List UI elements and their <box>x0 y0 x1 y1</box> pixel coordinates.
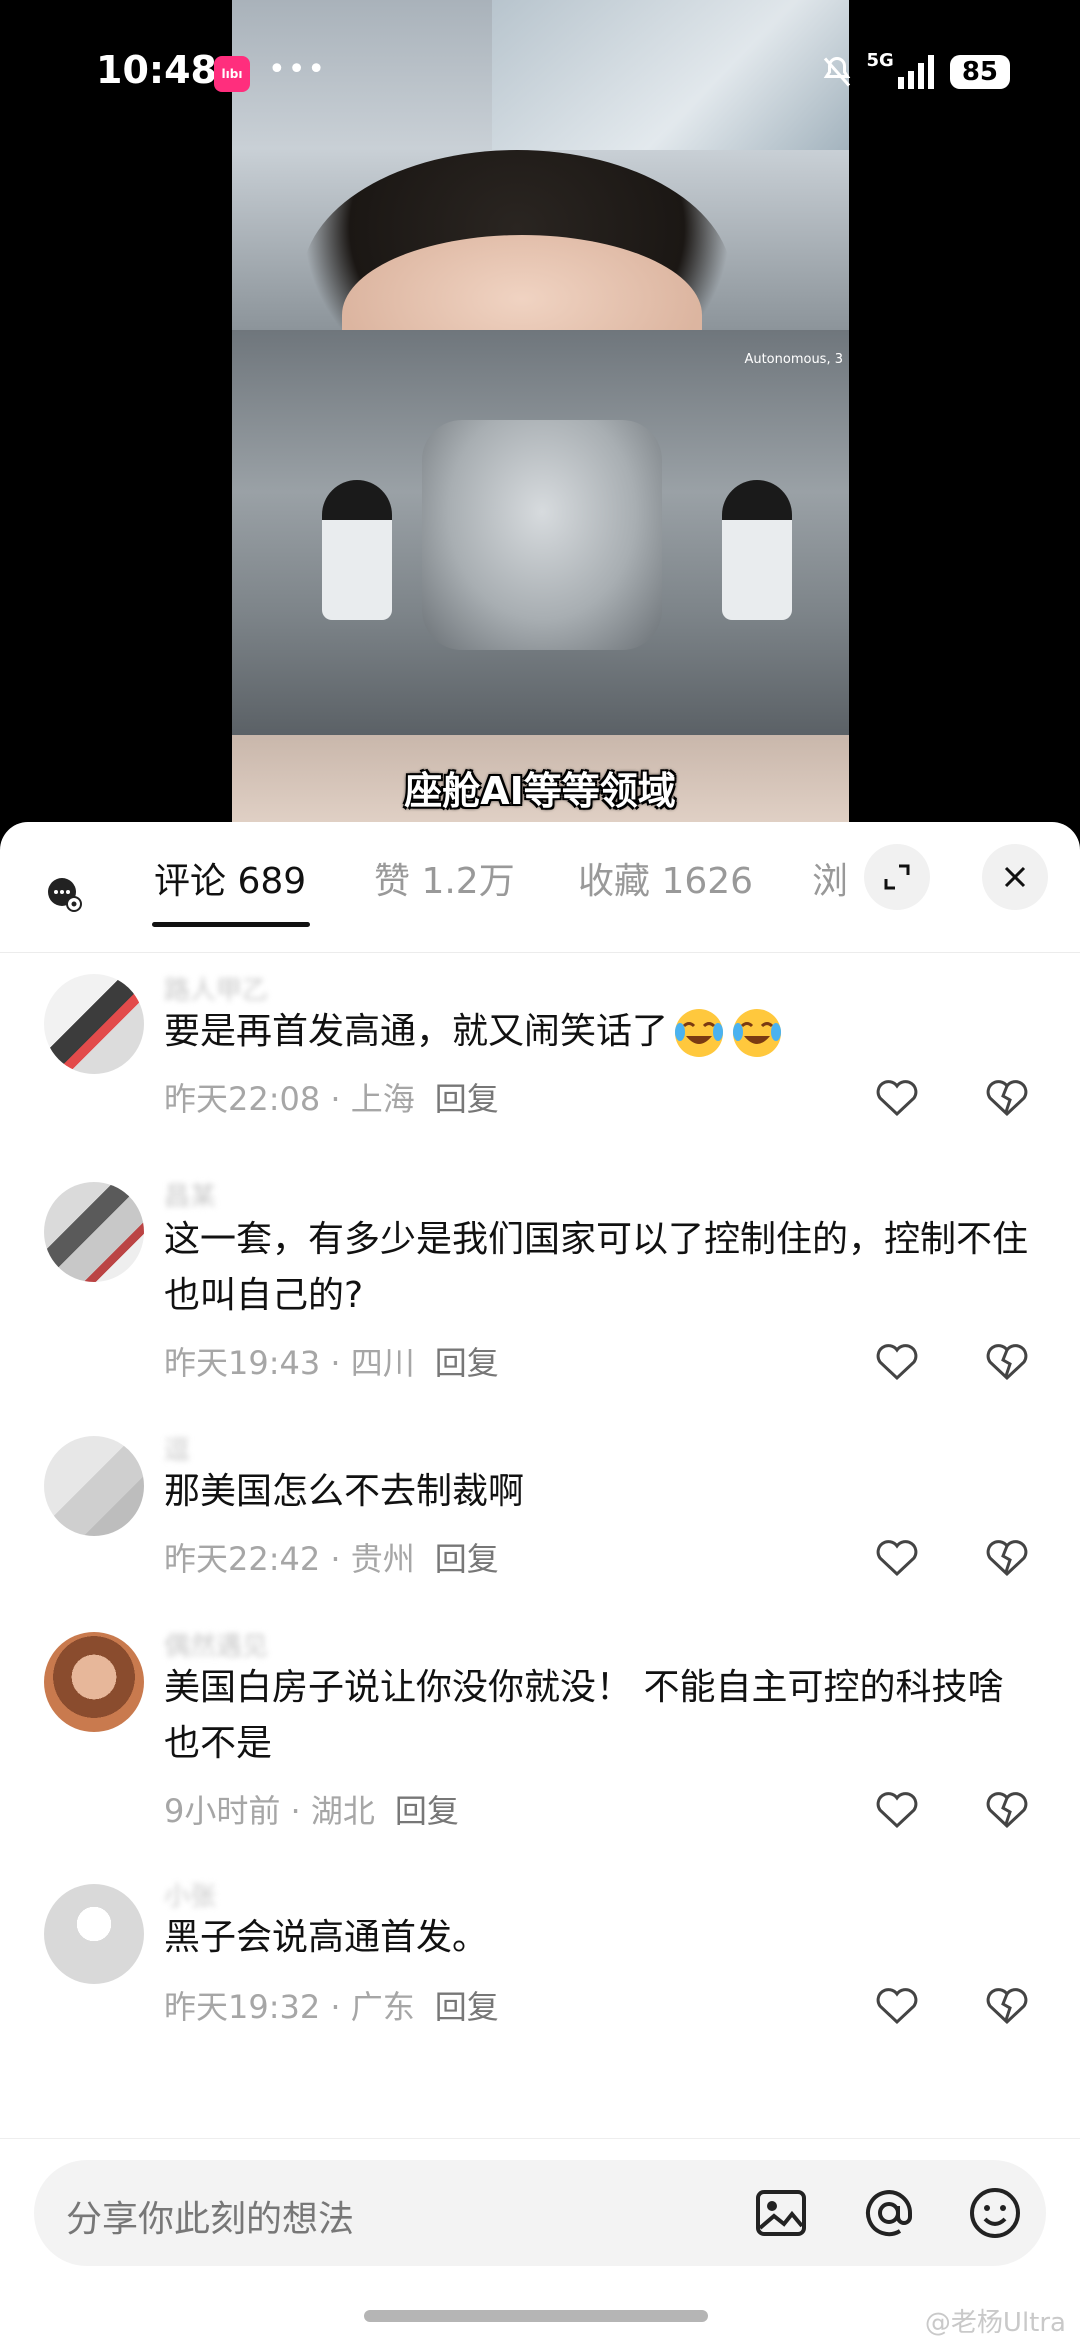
status-bar: 10:48 lıbı ••• 5G 85 <box>0 0 1080 140</box>
comment-username[interactable]: 偶然遇见 <box>164 1626 268 1663</box>
comment-meta: 昨天22:08 · 上海 回复 <box>164 1080 499 1118</box>
panel-tabs: 评论 689 赞 1.2万 收藏 1626 浏 <box>0 822 1080 953</box>
expand-icon <box>884 864 910 890</box>
comment-list[interactable]: 路人甲乙 要是再首发高通，就又闹笑话了 昨天22:08 · 上海 回复 昌某 这… <box>0 962 1080 2132</box>
more-notifications-icon: ••• <box>268 52 328 87</box>
like-heart-icon[interactable] <box>872 1784 922 1834</box>
video-robot-right <box>722 480 792 620</box>
comment-text: 要是再首发高通，就又闹笑话了 <box>164 1004 1034 1060</box>
tab-comments[interactable]: 评论 689 <box>154 852 306 912</box>
close-icon <box>1004 866 1026 888</box>
like-heart-icon[interactable] <box>872 1336 922 1386</box>
battery-indicator: 85 <box>949 55 1010 89</box>
comment-text: 这一套，有多少是我们国家可以了控制住的，控制不住也叫自己的? <box>164 1219 1029 1316</box>
expand-button[interactable] <box>864 844 930 910</box>
comment-username[interactable]: 逗 <box>164 1430 190 1467</box>
video-robot-left <box>322 480 392 620</box>
dislike-broken-heart-icon[interactable] <box>982 1980 1032 2030</box>
comment-text: 那美国怎么不去制裁啊 <box>164 1471 525 1512</box>
comment-meta: 9小时前 · 湖北 回复 <box>164 1792 459 1830</box>
mute-icon <box>823 56 850 87</box>
mention-icon[interactable] <box>860 2184 918 2242</box>
comment-settings-icon[interactable] <box>44 874 84 914</box>
laughing-crying-emoji-icon <box>675 1009 724 1057</box>
comment-input[interactable]: 分享你此刻的想法 <box>34 2160 1046 2266</box>
dislike-broken-heart-icon[interactable] <box>982 1336 1032 1386</box>
like-heart-icon[interactable] <box>872 1532 922 1582</box>
signal-icon <box>897 55 934 89</box>
watermark: @老杨Ultra <box>924 2308 1066 2338</box>
avatar[interactable] <box>44 1436 144 1536</box>
like-heart-icon[interactable] <box>872 1072 922 1122</box>
comments-panel: 评论 689 赞 1.2万 收藏 1626 浏 路人甲乙 要是再首发高通，就又闹… <box>0 822 1080 2347</box>
comment-location: 上海 <box>350 1080 415 1118</box>
comment-location: 湖北 <box>310 1792 375 1830</box>
comment-location: 四川 <box>350 1344 415 1382</box>
video-caption: 座舱AI等等领域 <box>404 769 676 813</box>
comment-input-placeholder: 分享你此刻的想法 <box>66 2199 355 2240</box>
avatar[interactable] <box>44 1632 144 1732</box>
tab-favorites[interactable]: 收藏 1626 <box>578 852 753 912</box>
tab-likes[interactable]: 赞 1.2万 <box>374 852 515 912</box>
comment-meta: 昨天19:32 · 广东 回复 <box>164 1988 499 2026</box>
comment-time: 9小时前 <box>164 1792 281 1830</box>
comment-location: 广东 <box>350 1988 415 2026</box>
tab-views[interactable]: 浏 <box>812 852 848 912</box>
reply-button[interactable]: 回复 <box>435 1344 499 1382</box>
comment-time: 昨天22:08 <box>164 1080 321 1118</box>
status-indicators: 5G 85 <box>819 50 1010 94</box>
reply-button[interactable]: 回复 <box>435 1988 499 2026</box>
comment-location: 贵州 <box>350 1540 415 1578</box>
comment-username[interactable]: 小张 <box>164 1876 216 1913</box>
active-tab-indicator <box>152 922 310 927</box>
comment-time: 昨天22:42 <box>164 1540 321 1578</box>
home-indicator[interactable] <box>364 2310 708 2322</box>
comment-username[interactable]: 路人甲乙 <box>164 970 268 1007</box>
dislike-broken-heart-icon[interactable] <box>982 1784 1032 1834</box>
reply-button[interactable]: 回复 <box>435 1540 499 1578</box>
dislike-broken-heart-icon[interactable] <box>982 1532 1032 1582</box>
like-heart-icon[interactable] <box>872 1980 922 2030</box>
network-type: 5G <box>866 50 894 71</box>
reply-button[interactable]: 回复 <box>435 1080 499 1118</box>
comment-text-content: 要是再首发高通，就又闹笑话了 <box>164 1011 669 1052</box>
avatar[interactable] <box>44 974 144 1074</box>
comment-username[interactable]: 昌某 <box>164 1176 216 1213</box>
comment-text: 美国白房子说让你没你就没！ 不能自主可控的科技啥也不是 <box>164 1667 1004 1764</box>
video-overlay-label: Autonomous, 3 <box>744 352 843 367</box>
divider <box>0 2138 1080 2139</box>
comment-meta: 昨天19:43 · 四川 回复 <box>164 1344 499 1382</box>
reply-button[interactable]: 回复 <box>395 1792 459 1830</box>
video-industrial-machine <box>422 420 662 650</box>
comment-text: 黑子会说高通首发。 <box>164 1917 489 1958</box>
status-time: 10:48 <box>96 48 217 92</box>
comment-time: 昨天19:32 <box>164 1988 321 2026</box>
close-button[interactable] <box>982 844 1048 910</box>
avatar[interactable] <box>44 1182 144 1282</box>
dislike-broken-heart-icon[interactable] <box>982 1072 1032 1122</box>
avatar[interactable] <box>44 1884 144 1984</box>
image-icon[interactable] <box>752 2184 810 2242</box>
app-notification-icon: lıbı <box>214 56 250 92</box>
comment-meta: 昨天22:42 · 贵州 回复 <box>164 1540 499 1578</box>
emoji-icon[interactable] <box>966 2184 1024 2242</box>
laughing-crying-emoji-icon <box>733 1009 782 1057</box>
comment-time: 昨天19:43 <box>164 1344 321 1382</box>
